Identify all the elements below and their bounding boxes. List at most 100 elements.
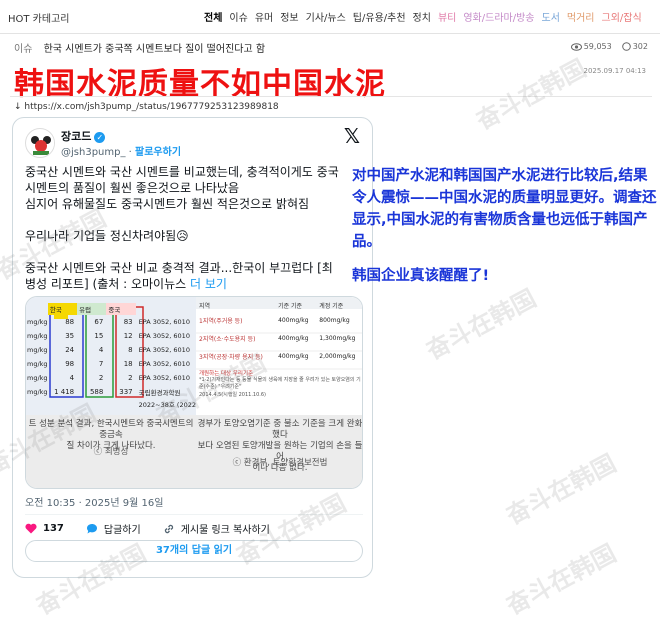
- media-col-label: 유럽: [77, 303, 107, 315]
- category-nav: 전체 이슈 유머 정보 기사/뉴스 팁/유용/추천 정치 뷰티 영화/드라마/방송 도서 먹거리 그외…: [204, 9, 642, 24]
- verified-badge-icon: ✓: [94, 131, 106, 143]
- media-col-label: 중국: [106, 303, 136, 315]
- media-china-cell: 8: [128, 346, 133, 354]
- source-url[interactable]: ↓ https://x.com/jsh3pump_/status/1967779…: [14, 102, 279, 112]
- media-unit-cell: mg/kg: [27, 346, 48, 354]
- media-method-cell: 국립환경과학원: [138, 389, 181, 397]
- source-url-text[interactable]: https://x.com/jsh3pump_/status/196777925…: [24, 102, 278, 112]
- nav-item[interactable]: 정치: [413, 9, 431, 24]
- media-korea-cell: 1 418: [54, 388, 75, 396]
- actions-divider: [25, 514, 363, 515]
- hot-category-label[interactable]: HOT 카테고리: [8, 10, 69, 25]
- show-more-link[interactable]: 더 보기: [190, 277, 227, 291]
- media-right-note3: 2014.4.5(시행일 2011.10.6): [199, 392, 267, 398]
- media-method-cell: EPA 3052, 6010: [138, 332, 190, 340]
- media-right-cell: 800mg/kg: [319, 316, 350, 324]
- tweet-media[interactable]: 한국 유럽 중국 mg/kg 88 67 83 EPA 3052, 6010 mg/kg 35 15…: [25, 296, 363, 489]
- commentary-paragraph-2: 韩国企业真该醒醒了!: [352, 268, 490, 284]
- media-europe-cell: 4: [98, 346, 104, 354]
- like-count: 137: [43, 523, 64, 534]
- media-china-cell: 12: [123, 332, 133, 340]
- tweet-author[interactable]: 장코드 ✓: [61, 128, 106, 144]
- media-europe-cell: 7: [98, 360, 104, 368]
- breadcrumb: 이슈 한국 시멘트가 중국쪽 시멘트보다 질이 떨어진다고 함: [14, 40, 265, 55]
- download-arrow-icon: ↓: [14, 102, 22, 112]
- media-right-cell: 1,300mg/kg: [319, 334, 356, 342]
- media-unit-cell: mg/kg: [27, 318, 48, 326]
- media-china-cell: 337: [119, 388, 133, 396]
- watermark: 奋斗在韩国: [501, 539, 621, 621]
- media-right-header: 기준 기준: [278, 302, 303, 310]
- media-korea-cell: 24: [65, 346, 75, 354]
- media-right-table: 지역 기준 기준 계정 기준 1지역(주거용 등) 400mg/kg 800mg/kg 2지…: [196, 299, 362, 415]
- reply-bubble-icon: [86, 523, 97, 534]
- tweet-handle-row: @jsh3pump_ · 팔로우하기: [61, 147, 182, 158]
- media-right-cell: 1지역(주거용 등): [199, 317, 243, 325]
- commentary-paragraph-1: 对中国产水泥和韩国国产水泥进行比较后,结果令人震惊——中国水泥的质量明显更好。调…: [352, 168, 657, 250]
- media-right-note: 개원하는 대상 우리기준: [199, 371, 254, 377]
- avatar[interactable]: [25, 128, 55, 158]
- media-right-cell: 400mg/kg: [278, 334, 309, 342]
- reply-button[interactable]: 답글하기: [86, 521, 141, 536]
- nav-item[interactable]: 팁/유용/추천: [353, 9, 406, 24]
- nav-item[interactable]: 그외/잡식: [602, 9, 642, 24]
- nav-item[interactable]: 유머: [255, 9, 273, 24]
- nav-item[interactable]: 먹거리: [567, 9, 595, 24]
- media-korea-cell: 35: [65, 332, 75, 340]
- divider: [10, 96, 652, 97]
- media-right-cell: 400mg/kg: [278, 352, 309, 360]
- media-method-cell: EPA 3052, 6010: [138, 318, 190, 326]
- copy-link-button[interactable]: 게시물 링크 복사하기: [163, 521, 270, 536]
- media-right-header: 계정 기준: [319, 302, 344, 310]
- nav-item[interactable]: 도서: [542, 9, 560, 24]
- follow-button[interactable]: 팔로우하기: [135, 147, 181, 158]
- nav-item[interactable]: 정보: [280, 9, 298, 24]
- media-left-credit: ⓒ 최병성: [93, 447, 129, 457]
- tweet-text-line: [25, 212, 365, 228]
- nav-item[interactable]: 이슈: [229, 9, 247, 24]
- media-china-cell: 18: [123, 360, 133, 368]
- author-handle[interactable]: @jsh3pump_: [61, 147, 125, 158]
- reply-label: 답글하기: [103, 525, 141, 536]
- read-replies-button[interactable]: 37개의 답글 읽기: [25, 540, 363, 562]
- top-nav-bar: HOT 카테고리 전체 이슈 유머 정보 기사/뉴스 팁/유용/추천 정치 뷰티 영화/드라마/…: [0, 0, 660, 34]
- tweet-text: 중국산 시멘트와 국산 시멘트를 비교했는데, 충격적이게도 중국 시멘트의 품질…: [25, 164, 365, 292]
- media-europe-cell: 67: [94, 318, 104, 326]
- watermark: 奋斗在韩国: [501, 449, 621, 531]
- nav-item[interactable]: 기사/뉴스: [306, 9, 346, 24]
- eye-icon: [570, 42, 582, 51]
- media-right-cell: 3지역(공장·차량 용지 등): [199, 353, 263, 361]
- x-logo-icon[interactable]: 𝕏: [344, 124, 360, 148]
- media-method-cell: EPA 3052, 6010: [138, 346, 190, 354]
- tweet-text-line: 병성 리포트] (출처 : 오마이뉴스 더 보기: [25, 277, 227, 291]
- chinese-commentary: 对中国产水泥和韩国国产水泥进行比较后,结果令人震惊——中国水泥的质量明显更好。调…: [352, 165, 657, 287]
- copy-link-label: 게시물 링크 복사하기: [180, 525, 270, 536]
- tweet-actions: 137 답글하기 게시물 링크 복사하기: [25, 521, 270, 536]
- breadcrumb-title: 한국 시멘트가 중국쪽 시멘트보다 질이 떨어진다고 함: [43, 44, 266, 55]
- post-date: 2025.09.17 04:13: [583, 67, 646, 75]
- media-right-cell: 2,000mg/kg: [319, 352, 356, 360]
- author-name[interactable]: 장코드: [61, 130, 91, 143]
- post-stats: 59,053 302: [570, 42, 648, 51]
- tweet-text-line: [25, 244, 365, 260]
- media-col-label: 한국: [47, 303, 78, 315]
- media-unit-cell: mg/kg: [27, 374, 48, 382]
- media-method-cell: EPA 3052, 6010: [138, 374, 190, 382]
- like-button[interactable]: 137: [25, 523, 64, 534]
- tweet-text-line: 우리나라 기업들 정신차려야됨😥: [25, 229, 189, 243]
- comments-stat[interactable]: 302: [621, 42, 648, 51]
- media-unit-cell: mg/kg: [27, 332, 48, 340]
- tweet-text-line: 중국산 시멘트와 국산 시멘트를 비교했는데, 충격적이게도 중국: [25, 165, 339, 179]
- views-stat: 59,053: [570, 42, 612, 51]
- breadcrumb-category[interactable]: 이슈: [14, 44, 32, 55]
- nav-item[interactable]: 뷰티: [438, 9, 456, 24]
- tweet-text-line: 심지어 유해물질도 중국시멘트가 훨씬 적은것으로 밝혀짐: [25, 197, 310, 211]
- media-left-table: 한국 유럽 중국 mg/kg 88 67 83 EPA 3052, 6010 mg/kg 35 15…: [26, 303, 196, 415]
- embedded-tweet: 장코드 ✓ @jsh3pump_ · 팔로우하기 𝕏 중국산 시멘트와 국산 시멘…: [12, 117, 373, 578]
- tweet-timestamp[interactable]: 오전 10:35 · 2025년 9월 16일: [25, 494, 163, 509]
- nav-item[interactable]: 영화/드라마/방송: [463, 9, 534, 24]
- tweet-text-line: 중국산 시멘트와 국산 비교 충격적 결과...한국이 부끄럽다 [최: [25, 261, 333, 275]
- media-right-header: 지역: [199, 302, 211, 310]
- nav-item[interactable]: 전체: [204, 9, 222, 24]
- media-method-extra: 2022~38호 (2022: [138, 401, 196, 409]
